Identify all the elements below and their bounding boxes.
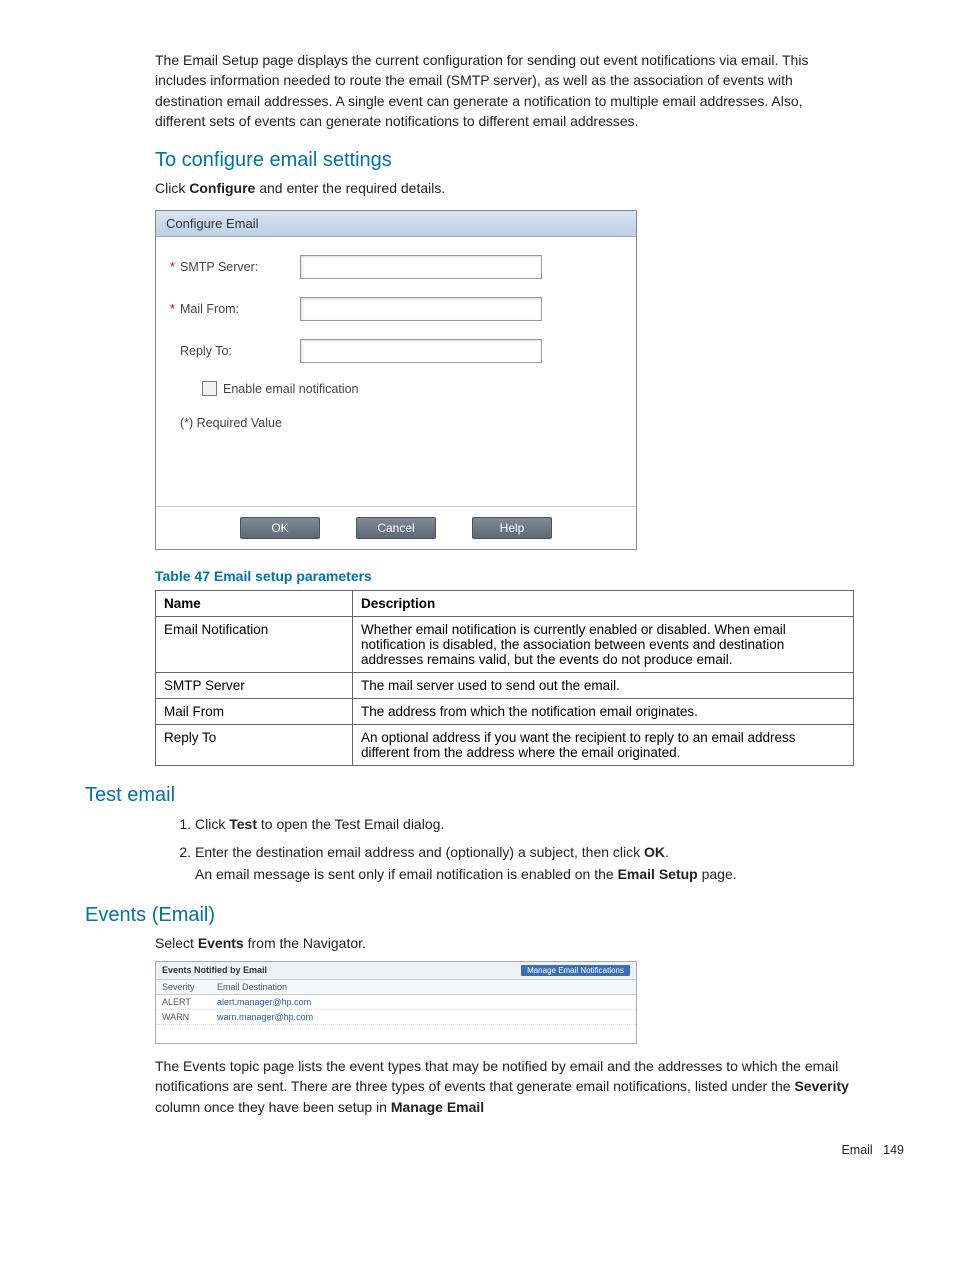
enable-notification-checkbox[interactable]	[202, 381, 217, 396]
text: Select	[155, 935, 198, 951]
cell-name: Reply To	[156, 725, 353, 766]
list-item: Enter the destination email address and …	[195, 841, 854, 886]
label-text: Mail From:	[180, 302, 239, 316]
configure-instruction: Click Configure and enter the required d…	[155, 178, 854, 198]
cell-desc: Whether email notification is currently …	[353, 617, 854, 673]
bold: Test	[229, 816, 257, 832]
configure-bold: Configure	[189, 180, 255, 196]
text: The Events topic page lists the event ty…	[155, 1058, 838, 1094]
cell-desc: The mail server used to send out the ema…	[353, 673, 854, 699]
mailfrom-input[interactable]	[300, 297, 542, 321]
table-row: SMTP ServerThe mail server used to send …	[156, 673, 854, 699]
text: .	[665, 844, 669, 860]
cancel-button[interactable]: Cancel	[356, 517, 436, 539]
smtp-row: *SMTP Server:	[180, 255, 612, 279]
table-caption: Table 47 Email setup parameters	[155, 568, 854, 584]
bold: Manage Email	[391, 1099, 484, 1115]
table-row: Reply ToAn optional address if you want …	[156, 725, 854, 766]
dialog-body: *SMTP Server: *Mail From: Reply To: Enab…	[156, 237, 636, 506]
text: Enter the destination email address and …	[195, 844, 644, 860]
ok-button[interactable]: OK	[240, 517, 320, 539]
events-columns: Severity Email Destination	[156, 979, 636, 995]
list-item: Click Test to open the Test Email dialog…	[195, 813, 854, 835]
text: from the Navigator.	[244, 935, 366, 951]
bold: Events	[198, 935, 244, 951]
cell-desc: The address from which the notification …	[353, 699, 854, 725]
text: page.	[698, 866, 737, 882]
required-star-icon: *	[170, 260, 175, 274]
intro-paragraph: The Email Setup page displays the curren…	[155, 50, 854, 131]
cell-name: Mail From	[156, 699, 353, 725]
events-panel: Events Notified by Email Manage Email No…	[155, 961, 637, 1044]
events-intro: Select Events from the Navigator.	[155, 933, 854, 953]
dest-cell: warn.manager@hp.com	[217, 1012, 313, 1022]
required-star-icon: *	[170, 302, 175, 316]
table-row: Email NotificationWhether email notifica…	[156, 617, 854, 673]
text: An email message is sent only if email n…	[195, 866, 618, 882]
mailfrom-row: *Mail From:	[180, 297, 612, 321]
events-row: ALERTalert.manager@hp.com	[156, 995, 636, 1010]
smtp-label: *SMTP Server:	[180, 260, 300, 274]
cell-name: Email Notification	[156, 617, 353, 673]
footer-page: 149	[883, 1143, 904, 1157]
events-panel-body: ALERTalert.manager@hp.com WARNwarn.manag…	[156, 995, 636, 1043]
col-name: Name	[156, 591, 353, 617]
events-row: WARNwarn.manager@hp.com	[156, 1010, 636, 1025]
replyto-row: Reply To:	[180, 339, 612, 363]
required-note: (*) Required Value	[180, 416, 612, 430]
test-email-heading: Test email	[85, 784, 894, 807]
manage-email-notifications-button[interactable]: Manage Email Notifications	[521, 965, 630, 976]
configure-heading: To configure email settings	[155, 149, 854, 172]
page-footer: Email 149	[60, 1143, 904, 1157]
bold: Email Setup	[618, 866, 698, 882]
text: and enter the required details.	[255, 180, 445, 196]
params-table: Name Description Email NotificationWheth…	[155, 590, 854, 766]
dialog-footer: OK Cancel Help	[156, 506, 636, 549]
label-text: Reply To:	[180, 344, 232, 358]
bold: Severity	[794, 1078, 848, 1094]
text: Click	[195, 816, 229, 832]
text: to open the Test Email dialog.	[257, 816, 444, 832]
test-steps: Click Test to open the Test Email dialog…	[155, 813, 854, 885]
help-button[interactable]: Help	[472, 517, 552, 539]
bold: OK	[644, 844, 665, 860]
smtp-input[interactable]	[300, 255, 542, 279]
label-text: SMTP Server:	[180, 260, 258, 274]
events-heading: Events (Email)	[85, 904, 894, 927]
footer-section: Email	[841, 1143, 872, 1157]
replyto-label: Reply To:	[180, 344, 300, 358]
events-panel-header: Events Notified by Email Manage Email No…	[156, 962, 636, 979]
events-description: The Events topic page lists the event ty…	[155, 1056, 854, 1117]
dialog-title: Configure Email	[156, 211, 636, 237]
sev-cell: ALERT	[162, 997, 217, 1007]
text: Click	[155, 180, 189, 196]
enable-notification-label: Enable email notification	[223, 382, 359, 396]
col-severity: Severity	[162, 982, 217, 992]
col-destination: Email Destination	[217, 982, 287, 992]
cell-name: SMTP Server	[156, 673, 353, 699]
table-row: Mail FromThe address from which the noti…	[156, 699, 854, 725]
configure-email-dialog: Configure Email *SMTP Server: *Mail From…	[155, 210, 637, 550]
col-description: Description	[353, 591, 854, 617]
text: column once they have been setup in	[155, 1099, 391, 1115]
events-panel-title: Events Notified by Email	[162, 965, 267, 975]
enable-notification-row: Enable email notification	[202, 381, 612, 396]
sev-cell: WARN	[162, 1012, 217, 1022]
replyto-input[interactable]	[300, 339, 542, 363]
mailfrom-label: *Mail From:	[180, 302, 300, 316]
dest-cell: alert.manager@hp.com	[217, 997, 311, 1007]
cell-desc: An optional address if you want the reci…	[353, 725, 854, 766]
